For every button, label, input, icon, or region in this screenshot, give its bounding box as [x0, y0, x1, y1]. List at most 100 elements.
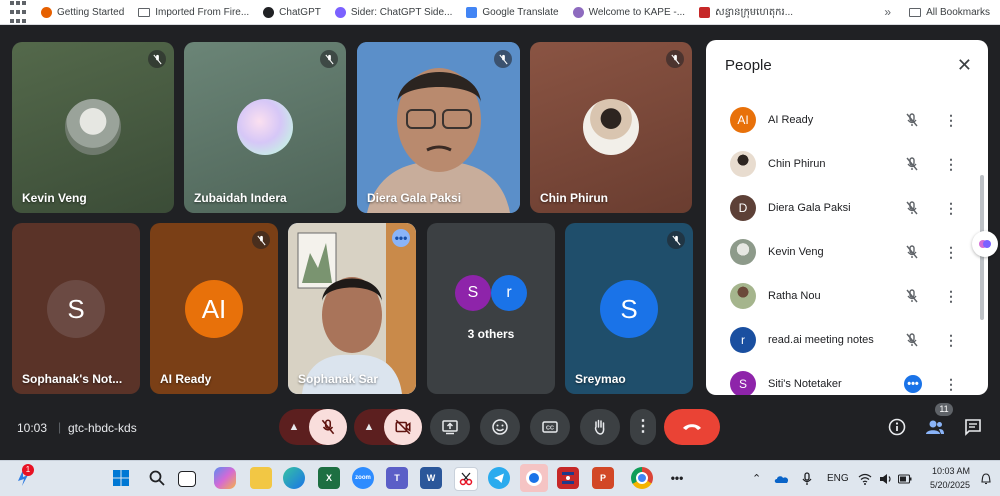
zoom-icon[interactable]: zoom	[352, 467, 374, 489]
participant-tile[interactable]: Zubaidah Indera	[184, 42, 346, 213]
list-item[interactable]: D Diera Gala Paksi ⋮	[706, 186, 976, 230]
raise-hand-button[interactable]	[580, 409, 620, 445]
bookmark-getting-started[interactable]: Getting Started	[34, 0, 131, 24]
participant-name: Kevin Veng	[22, 191, 87, 205]
camera-toggle-button[interactable]	[384, 409, 422, 445]
signal-icon	[526, 470, 542, 486]
bookmark-chatgpt[interactable]: ChatGPT	[256, 0, 328, 24]
active-app-button[interactable]	[520, 464, 548, 492]
brain-icon[interactable]	[972, 231, 998, 257]
avatar: S	[730, 371, 756, 395]
chat-button[interactable]	[960, 414, 986, 440]
excel-icon[interactable]: X	[318, 467, 340, 489]
language-indicator[interactable]: ENG	[827, 461, 849, 496]
more-vert-icon[interactable]: ⋮	[944, 377, 958, 391]
word-icon[interactable]: W	[420, 467, 442, 489]
participant-tile[interactable]: Kevin Veng	[12, 42, 174, 213]
copilot-icon[interactable]	[214, 467, 236, 489]
system-clock[interactable]: 10:03 AM 5/20/2025	[916, 464, 970, 492]
app-icon[interactable]	[557, 467, 579, 489]
mic-off-icon[interactable]	[904, 200, 920, 216]
participant-tile[interactable]: Chin Phirun	[530, 42, 692, 213]
participant-tile[interactable]: ••• Sophanak Sar	[288, 223, 416, 394]
person-name: Chin Phirun	[768, 158, 826, 170]
translate-icon	[466, 6, 478, 18]
people-button[interactable]	[922, 414, 948, 440]
close-icon[interactable]: ✕	[957, 56, 972, 74]
more-vert-icon[interactable]: ⋮	[944, 157, 958, 171]
bookmark-kape[interactable]: Welcome to KAPE -...	[566, 0, 693, 24]
snipping-tool-icon[interactable]	[454, 467, 478, 491]
avatar: AI	[185, 280, 243, 338]
list-item[interactable]: AI AI Ready ⋮	[706, 98, 976, 142]
list-item[interactable]: Chin Phirun ⋮	[706, 142, 976, 186]
powerpoint-icon[interactable]: P	[592, 467, 614, 489]
chevron-up-icon[interactable]: ▲	[279, 421, 309, 433]
search-icon[interactable]	[146, 467, 168, 489]
reactions-button[interactable]	[480, 409, 520, 445]
participant-tile[interactable]: AI AI Ready	[150, 223, 278, 394]
chevron-right-icon[interactable]: »	[884, 5, 891, 19]
chrome-icon[interactable]	[631, 467, 653, 489]
wifi-icon[interactable]	[858, 461, 872, 496]
edge-icon[interactable]	[283, 467, 305, 489]
more-apps-icon[interactable]: •••	[666, 467, 688, 489]
folder-icon	[909, 7, 922, 17]
bookmark-imported-folder[interactable]: Imported From Fire...	[131, 0, 256, 24]
hand-icon	[594, 419, 605, 435]
avatar: AI	[730, 107, 756, 133]
onedrive-icon[interactable]	[774, 461, 790, 496]
microphone-icon[interactable]	[802, 461, 812, 496]
more-vert-icon[interactable]: ⋮	[944, 289, 958, 303]
list-item[interactable]: Kevin Veng ⋮	[706, 230, 976, 274]
all-bookmarks[interactable]: All Bookmarks	[909, 0, 990, 24]
list-item[interactable]: S Siti's Notetaker ••• ⋮	[706, 362, 976, 395]
participant-tile[interactable]: Diera Gala Paksi	[357, 42, 520, 213]
mic-off-icon[interactable]	[904, 112, 920, 128]
volume-icon[interactable]	[879, 461, 893, 496]
mic-off-icon[interactable]	[904, 156, 920, 172]
mic-off-icon[interactable]	[904, 288, 920, 304]
participant-name: Sreymao	[575, 372, 626, 386]
person-name: Ratha Nou	[768, 290, 821, 302]
emoji-icon	[492, 419, 508, 435]
more-vert-icon[interactable]: ⋮	[944, 113, 958, 127]
participant-tile[interactable]: S Sophanak's Not...	[12, 223, 140, 394]
more-vert-icon[interactable]: ⋮	[944, 333, 958, 347]
mic-off-icon	[252, 231, 270, 249]
more-options-icon[interactable]: •••	[392, 229, 410, 247]
teams-icon[interactable]: T	[386, 467, 408, 489]
bookmark-sider[interactable]: Sider: ChatGPT Side...	[328, 0, 460, 24]
present-screen-button[interactable]	[430, 409, 470, 445]
list-item[interactable]: r read.ai meeting notes ⋮	[706, 318, 976, 362]
file-explorer-icon[interactable]	[250, 467, 272, 489]
chevron-up-icon[interactable]: ▲	[354, 421, 384, 433]
others-tile[interactable]: S r 3 others	[427, 223, 555, 394]
more-vert-icon[interactable]: ⋮	[944, 245, 958, 259]
mic-off-icon	[148, 50, 166, 68]
show-hidden-icons[interactable]: ⌃	[752, 461, 761, 496]
battery-icon[interactable]	[898, 461, 912, 496]
apps-icon[interactable]	[0, 0, 34, 24]
more-options-button[interactable]: ⋮	[630, 409, 656, 445]
participant-tile[interactable]: S Sreymao	[565, 223, 693, 394]
telegram-icon[interactable]	[488, 467, 510, 489]
more-vert-icon[interactable]: ⋮	[944, 201, 958, 215]
mic-toggle-button[interactable]	[309, 409, 347, 445]
leave-call-button[interactable]	[664, 409, 720, 445]
windows-start-icon[interactable]	[110, 467, 132, 489]
list-item[interactable]: Ratha Nou ⋮	[706, 274, 976, 318]
captions-button[interactable]: CC	[530, 409, 570, 445]
avatar	[65, 99, 121, 155]
notification-badge: 1	[22, 464, 34, 476]
bookmark-khmer-site[interactable]: សន្ធានក្រុមហេតុករ...	[692, 0, 800, 24]
bookmark-google-translate[interactable]: Google Translate	[459, 0, 565, 24]
mic-off-icon[interactable]	[904, 244, 920, 260]
mic-off-icon[interactable]	[904, 332, 920, 348]
call-end-icon	[683, 424, 701, 430]
task-view-icon[interactable]	[178, 471, 196, 487]
meeting-info-button[interactable]	[884, 414, 910, 440]
notification-bell-icon[interactable]	[980, 461, 992, 496]
participant-name: AI Ready	[160, 372, 212, 386]
others-label: 3 others	[467, 327, 515, 341]
